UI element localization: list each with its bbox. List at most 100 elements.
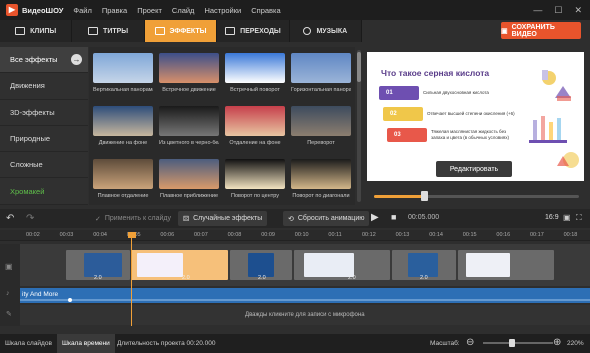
category-motion[interactable]: Движения (0, 73, 88, 100)
item-number: 01 (386, 90, 393, 96)
tab-effects[interactable]: ЭФФЕКТЫ (144, 20, 218, 42)
effect-label: Вертикальная панорама (93, 87, 153, 93)
menu-file[interactable]: Файл (73, 6, 91, 15)
reset-animation-button[interactable]: ⟲ Сбросить анимацию (283, 211, 370, 226)
play-icon[interactable]: ▶ (371, 212, 379, 223)
clip-thumbnail (466, 253, 510, 277)
tab-clips[interactable]: КЛИПЫ (0, 20, 73, 42)
effect-tile[interactable]: Движение на фоне (93, 106, 153, 146)
category-label: Движения (10, 81, 45, 91)
playhead-handle[interactable] (128, 232, 136, 238)
tab-label: ЭФФЕКТЫ (169, 27, 207, 35)
category-all[interactable]: Все эффекты → (0, 47, 88, 74)
redo-icon[interactable]: ↷ (26, 213, 34, 224)
preview-title: Что такое серная кислота (381, 68, 490, 78)
reset-label: Сбросить анимацию (297, 215, 365, 222)
effect-tile[interactable]: Встречное движение (159, 53, 219, 93)
zoom-slider-track[interactable] (483, 342, 553, 344)
apply-label: Применить к слайду (104, 215, 171, 222)
snapshot-icon[interactable]: ▣ (563, 213, 571, 222)
tab-titles[interactable]: ТИТРЫ (72, 20, 145, 42)
effect-tile[interactable]: Отдаление на фоне (225, 106, 285, 146)
menu-edit[interactable]: Правка (102, 6, 127, 15)
category-label: Сложные (10, 160, 43, 170)
preview-item-text: Отвечает высшей степени окисления (+6) (427, 111, 515, 116)
effect-tile[interactable]: Вертикальная панорама (93, 53, 153, 93)
menu-project[interactable]: Проект (137, 6, 162, 15)
apply-to-slide-button[interactable]: ✓ Применить к слайду (90, 211, 176, 226)
edit-slide-button[interactable]: Редактировать (436, 161, 512, 177)
maximize-icon[interactable]: ☐ (554, 5, 562, 16)
menu-slide[interactable]: Слайд (172, 6, 195, 15)
zoom-percent: 220% (567, 340, 584, 347)
playhead-line (131, 238, 132, 326)
ruler-tick-label: 00:03 (59, 232, 74, 238)
timeline-clip[interactable] (294, 250, 390, 280)
stop-icon[interactable]: ■ (391, 212, 396, 222)
category-complex[interactable]: Сложные (0, 152, 88, 179)
zoom-caption: Масштаб: (430, 340, 460, 347)
menu-help[interactable]: Справка (251, 6, 280, 15)
track-sidebar: ▣ ♪ ✎ (0, 244, 20, 326)
timeline-toggle[interactable]: Шкала времени (57, 334, 115, 353)
category-3d[interactable]: 3D-эффекты (0, 100, 88, 126)
effect-tile[interactable]: Горизонтальная панорама (291, 53, 351, 93)
item-number: 03 (394, 132, 401, 138)
effect-tile[interactable]: Поворот по центру (225, 159, 285, 199)
effect-thumbnail (159, 53, 219, 83)
tab-transitions[interactable]: ПЕРЕХОДЫ (217, 20, 290, 42)
effect-tile[interactable]: Встречный поворот (225, 53, 285, 93)
ruler-tick-label: 00:12 (362, 232, 376, 238)
mic-track-icon: ✎ (6, 311, 12, 318)
category-label: Хромакей (10, 186, 45, 196)
effect-tile[interactable]: Плавное приближение (159, 159, 219, 199)
effects-icon (154, 27, 165, 35)
zoom-out-icon[interactable]: ⊖ (466, 337, 474, 348)
effect-tile[interactable]: Переворот (291, 106, 351, 146)
undo-icon[interactable]: ↶ (6, 213, 14, 224)
preview-progress-handle[interactable] (421, 191, 428, 201)
category-label: Природные (10, 134, 51, 144)
category-nature[interactable]: Природные (0, 126, 88, 153)
effect-tile[interactable]: Из цветного в черно-белое (159, 106, 219, 146)
preview-item-badge: 01 (379, 86, 419, 100)
clip-thumbnail (137, 253, 183, 277)
timeline-clip[interactable] (131, 250, 228, 280)
check-icon: ✓ (95, 215, 101, 223)
effect-thumbnail (225, 53, 285, 83)
ruler-tick-label: 00:15 (462, 232, 477, 238)
menu-settings[interactable]: Настройки (204, 6, 241, 15)
category-label: 3D-эффекты (10, 107, 55, 117)
category-chromakey[interactable]: Хромакей (0, 178, 88, 205)
save-video-button[interactable]: ▣ СОХРАНИТЬ ВИДЕО (501, 22, 581, 39)
effect-tile[interactable]: Поворот по диагонали (291, 159, 351, 199)
minimize-icon[interactable]: — (533, 5, 542, 16)
effect-thumbnail (225, 159, 285, 189)
timeline-clip[interactable] (458, 250, 554, 280)
aspect-ratio[interactable]: 16:9 (545, 214, 559, 221)
clip-thumbnail (84, 253, 122, 277)
audio-volume-line (20, 298, 590, 302)
zoom-in-icon[interactable]: ⊕ (553, 337, 561, 348)
zoom-slider-handle[interactable] (509, 339, 515, 347)
app-logo: ▶ (6, 4, 18, 16)
close-icon[interactable]: ✕ (574, 5, 582, 16)
effect-tile[interactable]: Плавное отдаление (93, 159, 153, 199)
effect-thumbnail (93, 159, 153, 189)
grid-scroll-thumb[interactable] (357, 52, 361, 82)
save-icon: ▣ (501, 27, 508, 35)
effect-label: Из цветного в черно-белое (159, 140, 219, 146)
clip-thumbnail (304, 253, 354, 277)
random-effects-button[interactable]: ⚄ Случайные эффекты (178, 211, 268, 226)
save-button-label: СОХРАНИТЬ ВИДЕО (511, 23, 555, 38)
preview-progress-fill (374, 195, 424, 198)
main-tabs: КЛИПЫ ТИТРЫ ЭФФЕКТЫ ПЕРЕХОДЫ МУЗЫКА (0, 20, 363, 42)
fullscreen-icon[interactable]: ⛶ (576, 213, 582, 223)
ruler-tick-label: 00:09 (261, 232, 275, 238)
clip-duration: 2.0 (258, 275, 266, 281)
music-icon (303, 27, 312, 35)
ruler-tick-label: 00:06 (160, 232, 175, 238)
tab-music[interactable]: МУЗЫКА (290, 20, 363, 42)
ruler-tick-label: 00:11 (328, 232, 342, 238)
storyboard-toggle[interactable]: Шкала слайдов (0, 334, 57, 353)
